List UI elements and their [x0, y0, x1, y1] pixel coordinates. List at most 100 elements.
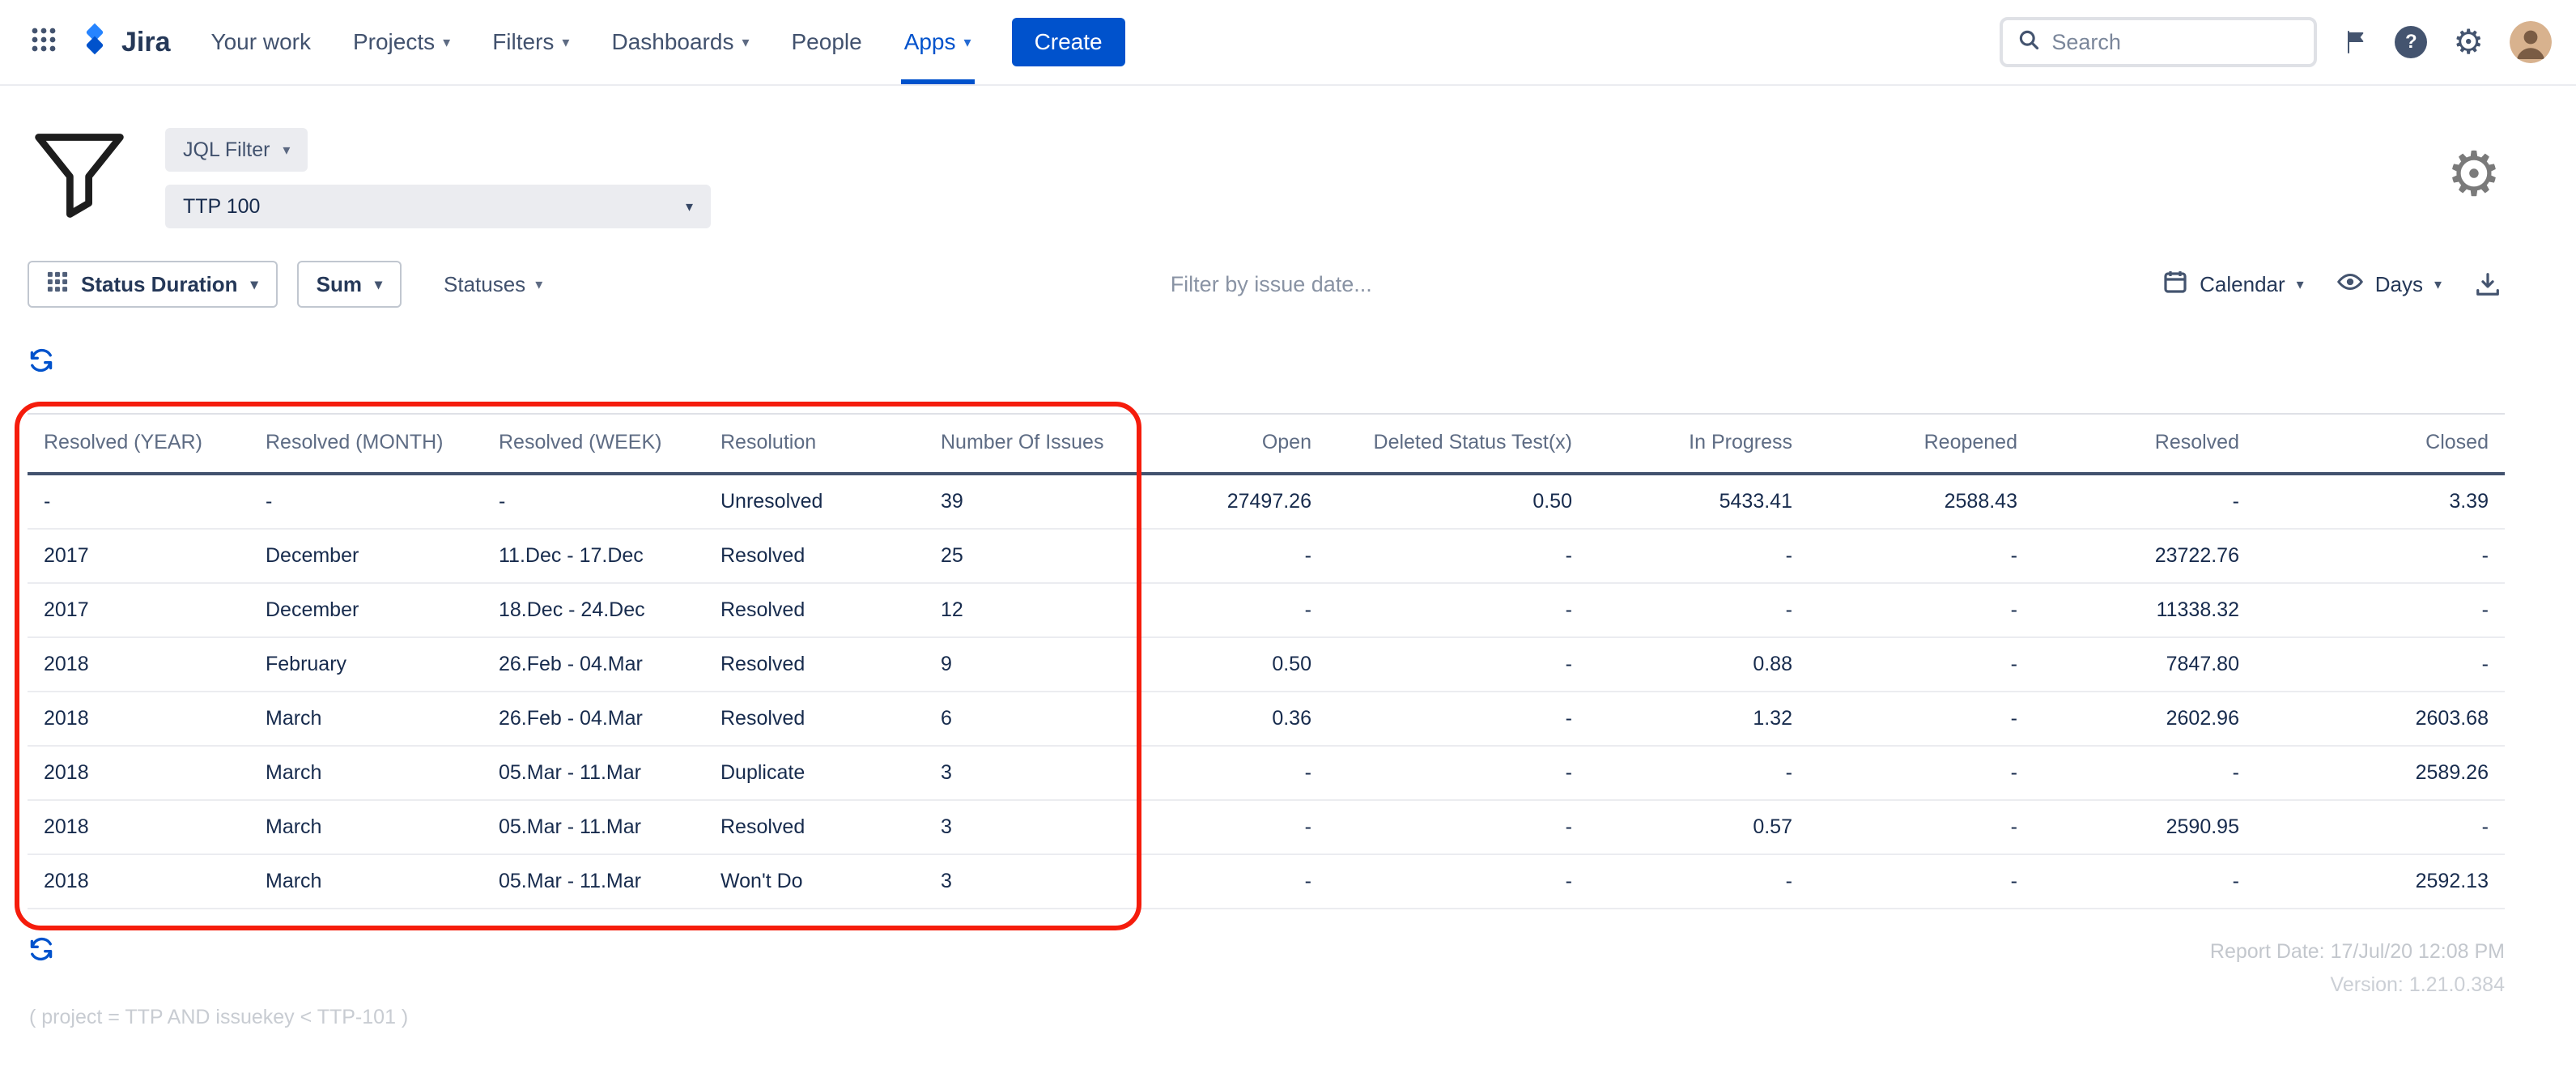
table-cell: Resolved [704, 692, 925, 746]
report-settings-gear-icon[interactable]: ⚙ [2446, 144, 2502, 206]
table-cell: 0.88 [1588, 637, 1809, 692]
nav-item-your-work[interactable]: Your work [190, 0, 332, 84]
report-table-wrap: Resolved (YEAR)Resolved (MONTH)Resolved … [28, 413, 2505, 909]
chevron-down-icon: ▾ [375, 277, 382, 292]
table-cell: March [249, 800, 482, 854]
help-icon[interactable]: ? [2395, 26, 2427, 58]
table-cell: - [1328, 854, 1588, 909]
nav-item-projects[interactable]: Projects ▾ [332, 0, 471, 84]
table-cell: - [249, 474, 482, 529]
chevron-down-icon: ▾ [2434, 277, 2442, 292]
table-cell: - [1588, 529, 1809, 583]
calendar-dropdown[interactable]: Calendar ▾ [2162, 269, 2304, 300]
table-cell: 2588.43 [1809, 474, 2034, 529]
table-cell: 3 [925, 854, 1156, 909]
table-cell: Resolved [704, 800, 925, 854]
table-cell: - [1328, 529, 1588, 583]
column-header: In Progress [1588, 414, 1809, 474]
refresh-icon [28, 935, 55, 968]
flag-icon[interactable] [2343, 29, 2369, 55]
nav-item-dashboards[interactable]: Dashboards▾ [590, 0, 770, 84]
column-header: Resolved (MONTH) [249, 414, 482, 474]
aggregation-label: Sum [317, 272, 362, 297]
jira-logo[interactable]: Jira [78, 22, 171, 63]
filter-select[interactable]: TTP 100 ▾ [165, 185, 711, 228]
app-switcher-grid-icon [29, 25, 58, 60]
jql-filter-button[interactable]: JQL Filter ▾ [165, 128, 308, 172]
issue-date-filter-input[interactable] [1171, 272, 1535, 297]
table-cell: 0.50 [1156, 637, 1328, 692]
table-cell: - [2255, 529, 2505, 583]
navbar-right: ? ⚙ [2000, 0, 2552, 84]
table-cell: - [2034, 854, 2255, 909]
report-type-button[interactable]: Status Duration ▾ [28, 261, 278, 308]
report-date: Report Date: 17/Jul/20 12:08 PM [2210, 935, 2505, 968]
table-cell: - [1156, 529, 1328, 583]
export-icon[interactable] [2474, 270, 2502, 298]
statuses-label: Statuses [444, 272, 525, 297]
table-cell: Resolved [704, 529, 925, 583]
chevron-down-icon: ▾ [443, 35, 450, 49]
jira-logo-text: Jira [121, 27, 171, 58]
create-button[interactable]: Create [1012, 18, 1125, 66]
aggregation-button[interactable]: Sum ▾ [297, 261, 402, 308]
table-cell: 0.36 [1156, 692, 1328, 746]
chevron-down-icon: ▾ [562, 35, 569, 49]
table-row: 2017December11.Dec - 17.DecResolved25---… [28, 529, 2505, 583]
table-cell: 2018 [28, 746, 249, 800]
settings-gear-icon[interactable]: ⚙ [2453, 25, 2484, 59]
days-dropdown[interactable]: Days ▾ [2336, 268, 2442, 301]
search-input[interactable] [2051, 30, 2299, 55]
filter-controls: JQL Filter ▾ TTP 100 ▾ [165, 128, 711, 228]
table-cell: 3 [925, 746, 1156, 800]
column-header: Resolution [704, 414, 925, 474]
column-header: Resolved [2034, 414, 2255, 474]
table-cell: 27497.26 [1156, 474, 1328, 529]
table-cell: 6 [925, 692, 1156, 746]
column-header: Reopened [1809, 414, 2034, 474]
column-header: Deleted Status Test(x) [1328, 414, 1588, 474]
nav-item-label: Apps [904, 29, 956, 55]
avatar[interactable] [2510, 21, 2552, 63]
chevron-down-icon: ▾ [535, 277, 542, 292]
table-cell: 2018 [28, 854, 249, 909]
statuses-dropdown[interactable]: Statuses ▾ [444, 272, 542, 297]
refresh-button-bottom[interactable] [28, 935, 55, 968]
footer: Report Date: 17/Jul/20 12:08 PM Version:… [28, 935, 2505, 1003]
column-header: Number Of Issues [925, 414, 1156, 474]
table-cell: 23722.76 [2034, 529, 2255, 583]
table-cell: 2017 [28, 529, 249, 583]
table-cell: - [482, 474, 704, 529]
search-box[interactable] [2000, 17, 2317, 67]
table-cell: 05.Mar - 11.Mar [482, 746, 704, 800]
chevron-down-icon: ▾ [742, 35, 749, 49]
table-cell: 2018 [28, 800, 249, 854]
table-cell: 26.Feb - 04.Mar [482, 692, 704, 746]
funnel-icon [29, 125, 130, 232]
table-row: 2018March05.Mar - 11.MarDuplicate3-----2… [28, 746, 2505, 800]
table-row: 2018March05.Mar - 11.MarWon't Do3-----25… [28, 854, 2505, 909]
days-label: Days [2375, 272, 2423, 297]
navbar-left: Jira [19, 0, 190, 84]
table-cell: - [1588, 746, 1809, 800]
column-header: Open [1156, 414, 1328, 474]
table-row: ---Unresolved3927497.260.505433.412588.4… [28, 474, 2505, 529]
nav-item-label: Projects [353, 29, 435, 55]
table-cell: - [2255, 583, 2505, 637]
nav-item-people[interactable]: People [771, 0, 883, 84]
table-cell: - [1809, 529, 2034, 583]
table-cell: 2590.95 [2034, 800, 2255, 854]
nav-item-filters[interactable]: Filters▾ [471, 0, 590, 84]
table-cell: 2017 [28, 583, 249, 637]
table-cell: - [1328, 637, 1588, 692]
refresh-button[interactable] [28, 347, 55, 380]
chevron-down-icon: ▾ [686, 199, 693, 214]
app-switcher-button[interactable] [19, 15, 68, 70]
refresh-row-top [28, 347, 2576, 381]
nav-item-apps[interactable]: Apps▾ [883, 0, 993, 84]
jira-logo-icon [78, 22, 112, 63]
page: Jira Your workProjects▾Filters▾Dashboard… [0, 0, 2576, 1077]
jql-filter-label: JQL Filter [183, 138, 270, 162]
table-cell: - [1156, 746, 1328, 800]
table-cell: - [1156, 800, 1328, 854]
